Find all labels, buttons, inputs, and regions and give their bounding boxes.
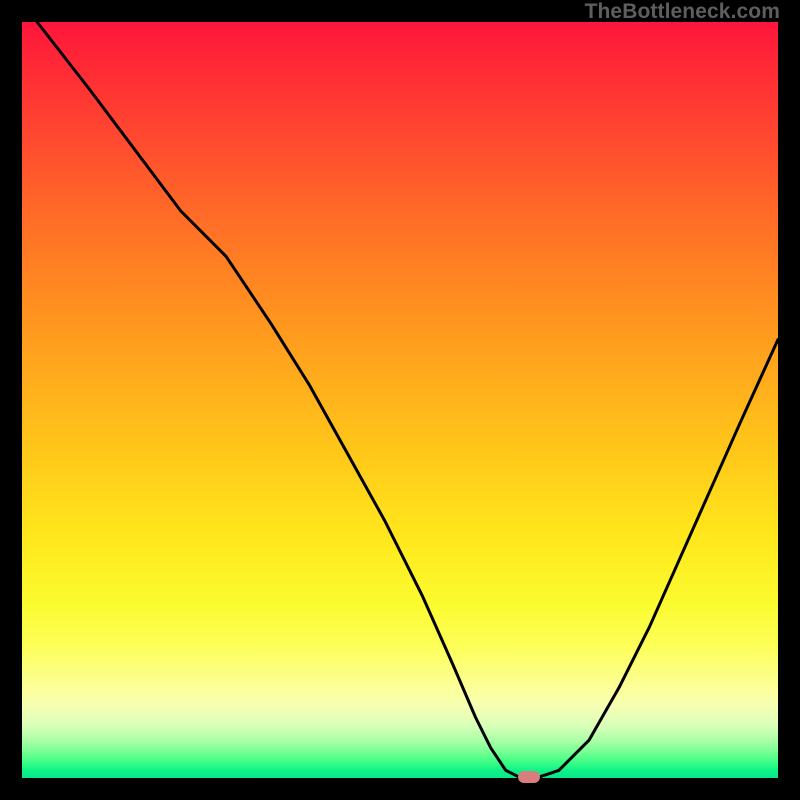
optimal-marker [518,771,540,783]
watermark-text: TheBottleneck.com [585,0,780,24]
bottleneck-curve [22,22,778,778]
chart-plot-area [22,22,778,778]
chart-frame: TheBottleneck.com [0,0,800,800]
